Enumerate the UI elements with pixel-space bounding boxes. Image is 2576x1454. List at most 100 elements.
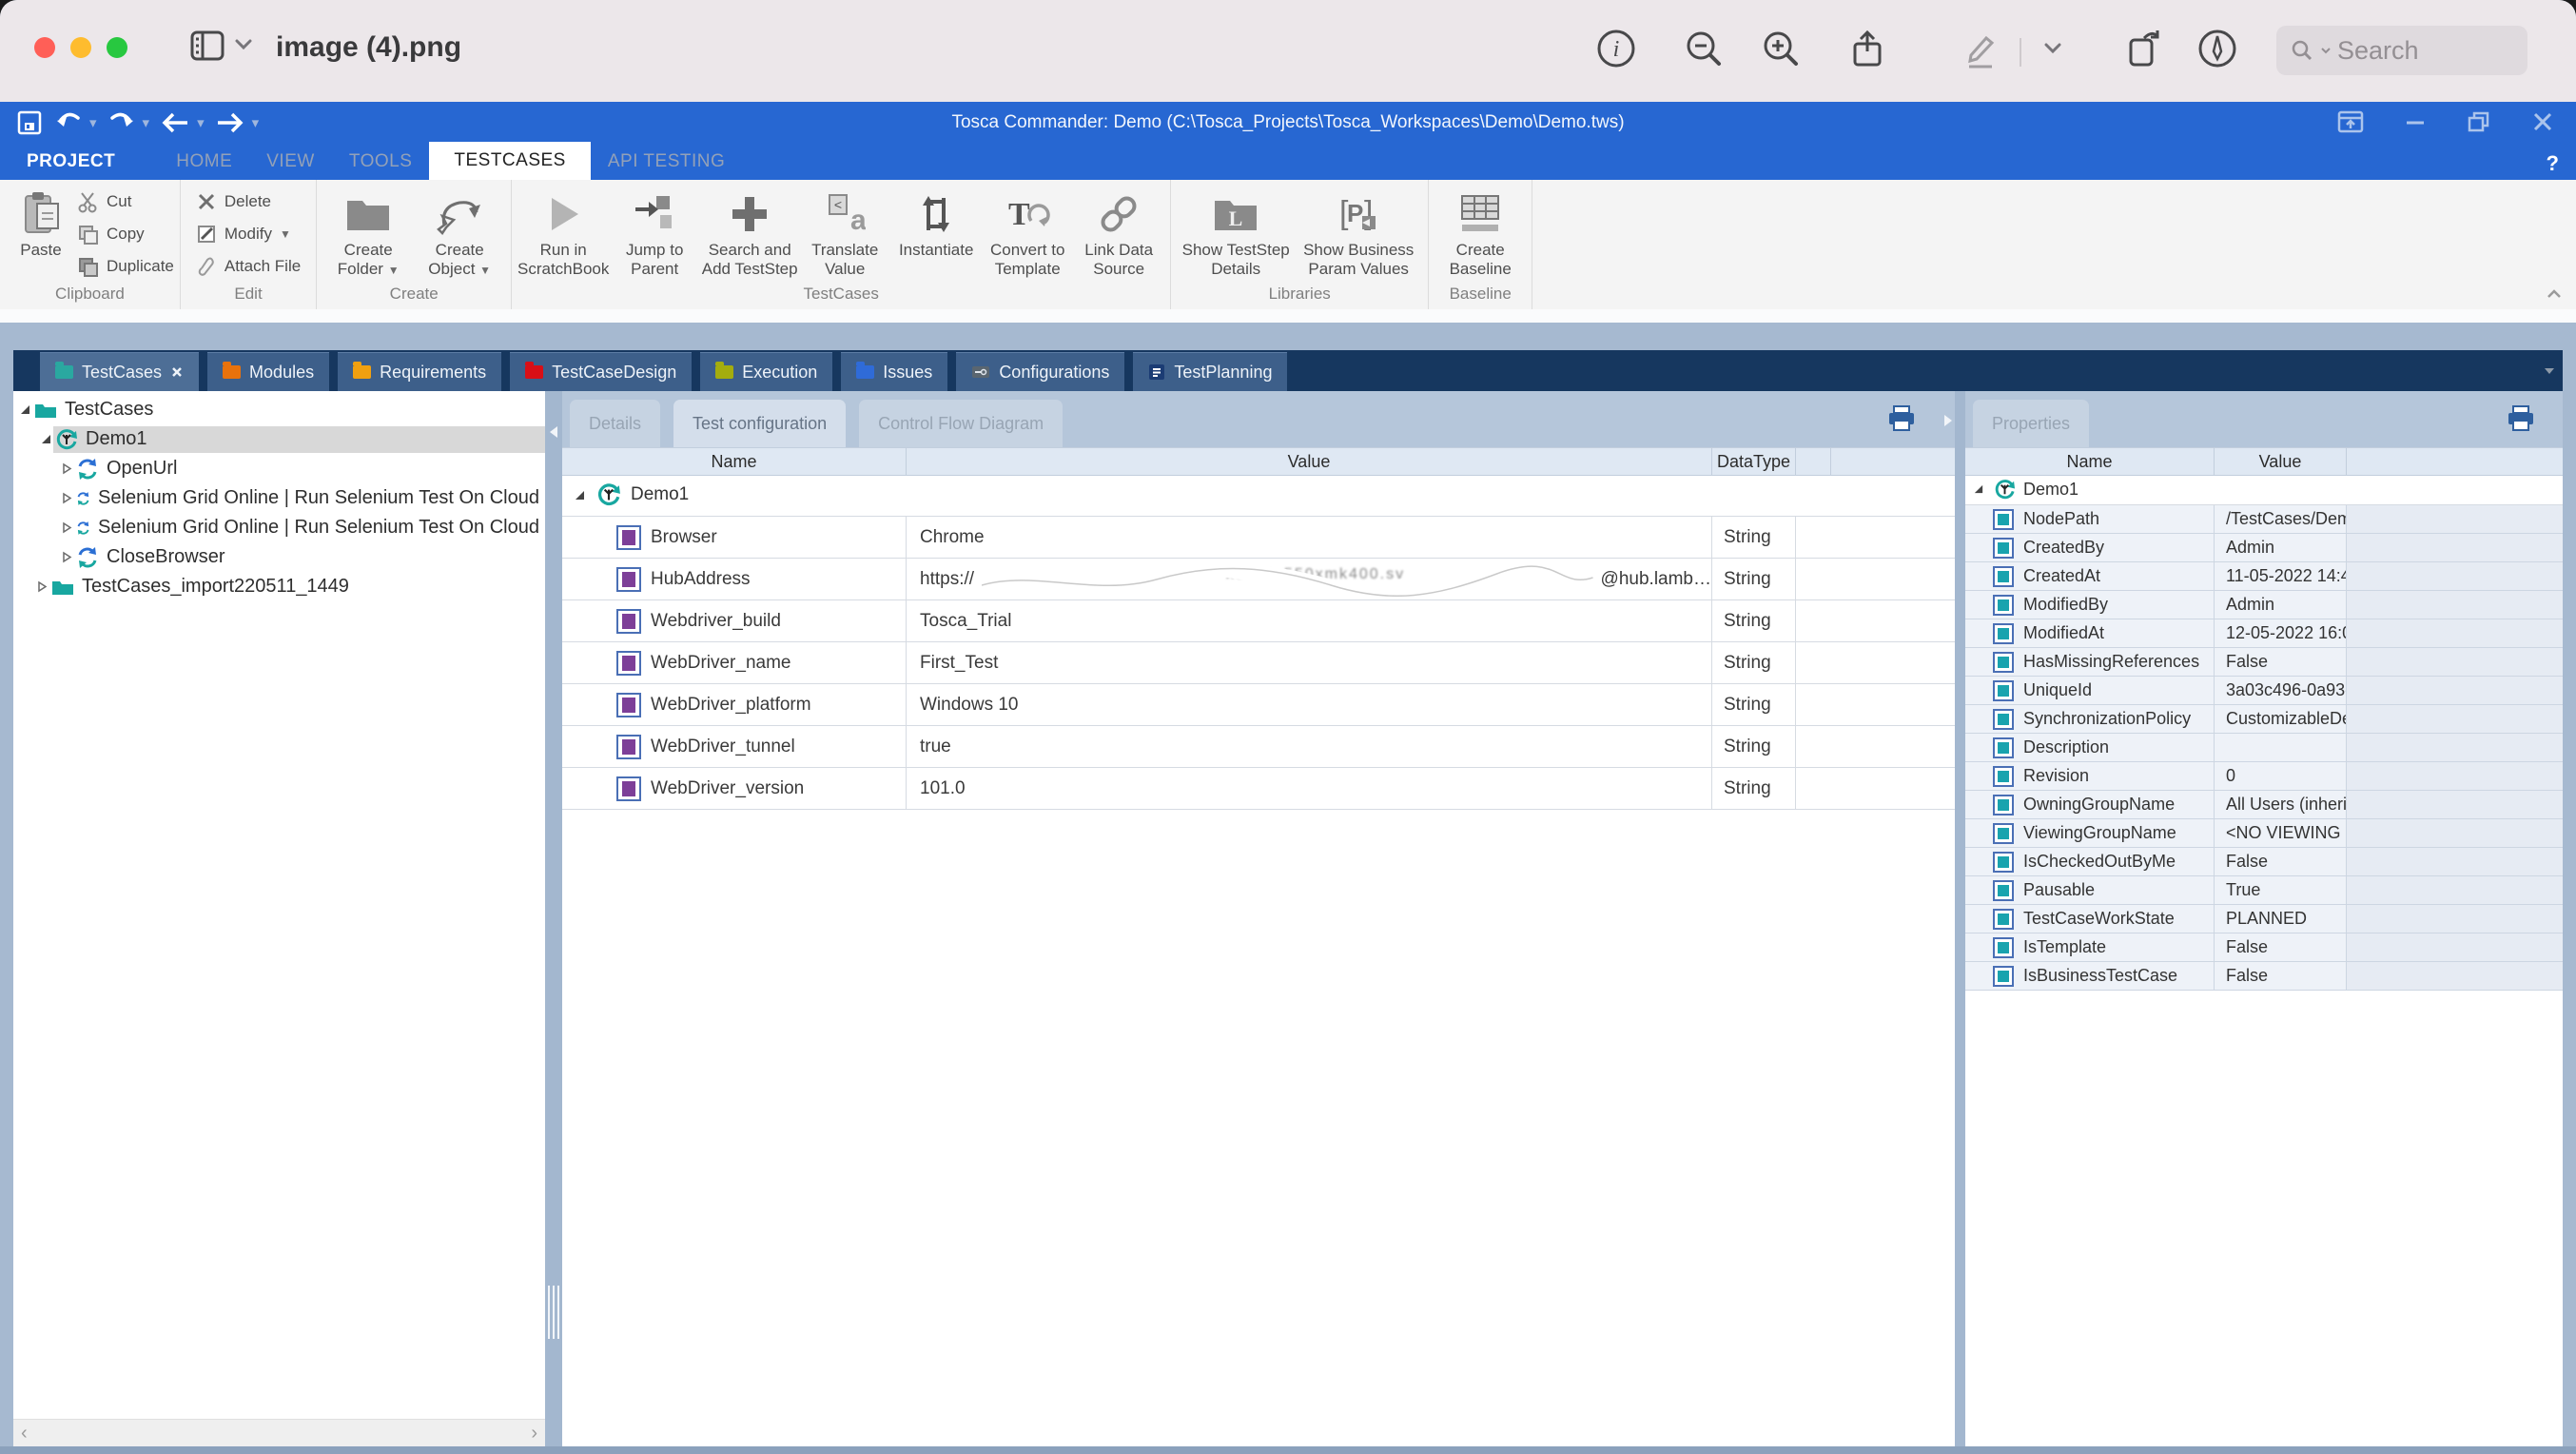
tab-api-testing[interactable]: API TESTING bbox=[591, 144, 742, 180]
workspace-tab-testcases[interactable]: TestCases bbox=[40, 352, 199, 391]
modify-button[interactable]: Modify▼ bbox=[196, 222, 301, 246]
property-row[interactable]: Description bbox=[1965, 734, 2563, 762]
restore-icon[interactable] bbox=[2466, 109, 2492, 139]
duplicate-button[interactable]: Duplicate bbox=[76, 254, 174, 278]
close-icon[interactable] bbox=[2530, 109, 2555, 139]
expander-collapsed-icon[interactable] bbox=[59, 551, 74, 563]
property-row[interactable]: PausableTrue bbox=[1965, 876, 2563, 905]
column-header-datatype[interactable]: DataType bbox=[1712, 448, 1796, 475]
tree-item[interactable]: TestCases bbox=[13, 395, 545, 424]
workspace-tab-testcasedesign[interactable]: TestCaseDesign bbox=[510, 352, 692, 391]
collapse-left-icon[interactable] bbox=[549, 425, 558, 443]
search-add-teststep-button[interactable]: Search andAdd TestStep bbox=[700, 180, 799, 279]
close-tab-icon[interactable] bbox=[170, 365, 184, 379]
tab-project[interactable]: PROJECT bbox=[10, 144, 132, 180]
expander-expanded-icon[interactable] bbox=[38, 433, 53, 445]
workspace-tab-configurations[interactable]: Configurations bbox=[956, 352, 1124, 391]
scroll-left-icon[interactable]: ‹ bbox=[21, 1423, 28, 1444]
property-row[interactable]: ModifiedAt12-05-2022 16:02… bbox=[1965, 619, 2563, 648]
tab-test-configuration[interactable]: Test configuration bbox=[673, 400, 846, 447]
jump-to-parent-button[interactable]: Jump toParent bbox=[609, 180, 700, 279]
delete-button[interactable]: Delete bbox=[196, 189, 301, 213]
tree-item-selected[interactable]: Demo1 bbox=[13, 424, 545, 454]
property-row[interactable]: IsTemplateFalse bbox=[1965, 933, 2563, 962]
property-row[interactable]: IsCheckedOutByMeFalse bbox=[1965, 848, 2563, 876]
modify-dropdown-icon[interactable]: ▼ bbox=[280, 227, 291, 241]
zoom-out-icon[interactable] bbox=[1682, 27, 1726, 75]
property-row[interactable]: HasMissingReferencesFalse bbox=[1965, 648, 2563, 677]
create-folder-button[interactable]: Create Folder ▼ bbox=[322, 180, 414, 280]
right-splitter[interactable] bbox=[1955, 391, 1965, 1446]
param-row[interactable]: WebDriver_tunnel true String bbox=[562, 726, 1955, 768]
root-row[interactable]: Demo1 bbox=[562, 474, 1955, 517]
sidebar-toggle-icon[interactable] bbox=[186, 27, 228, 69]
print-icon[interactable] bbox=[2506, 404, 2536, 438]
link-data-source-button[interactable]: Link DataSource bbox=[1073, 180, 1164, 279]
tree-item[interactable]: TestCases_import220511_1449 bbox=[13, 572, 545, 601]
param-row[interactable]: WebDriver_name First_Test String bbox=[562, 642, 1955, 684]
tab-properties[interactable]: Properties bbox=[1973, 400, 2089, 447]
chevron-down-icon[interactable] bbox=[2043, 42, 2062, 60]
workspace-tab-execution[interactable]: Execution bbox=[700, 352, 832, 391]
share-icon[interactable] bbox=[1845, 27, 1889, 75]
collapse-right-icon[interactable] bbox=[1943, 414, 1953, 427]
tab-view[interactable]: VIEW bbox=[249, 144, 332, 180]
property-row[interactable]: OwningGroupNameAll Users (inheri… bbox=[1965, 791, 2563, 819]
zoom-window-button[interactable] bbox=[107, 37, 127, 58]
minimize-window-button[interactable] bbox=[70, 37, 91, 58]
expander-expanded-icon[interactable] bbox=[572, 489, 587, 501]
create-object-button[interactable]: Create Object ▼ bbox=[414, 180, 505, 280]
tab-details[interactable]: Details bbox=[570, 400, 660, 447]
param-row[interactable]: Webdriver_build Tosca_Trial String bbox=[562, 600, 1955, 642]
markup-toolbar-icon[interactable] bbox=[2195, 27, 2239, 75]
expander-collapsed-icon[interactable] bbox=[34, 580, 49, 593]
cut-button[interactable]: Cut bbox=[76, 189, 174, 213]
workspace-tab-requirements[interactable]: Requirements bbox=[338, 352, 501, 391]
paste-button[interactable]: Paste bbox=[6, 180, 76, 260]
info-icon[interactable]: i bbox=[1594, 27, 1638, 75]
tab-tools[interactable]: TOOLS bbox=[332, 144, 430, 180]
property-row[interactable]: ViewingGroupName<NO VIEWING G… bbox=[1965, 819, 2563, 848]
left-splitter[interactable] bbox=[545, 391, 562, 1446]
property-row[interactable]: TestCaseWorkStatePLANNED bbox=[1965, 905, 2563, 933]
property-row[interactable]: SynchronizationPolicyCustomizableDe… bbox=[1965, 705, 2563, 734]
horizontal-scrollbar[interactable]: ‹ › bbox=[13, 1419, 545, 1446]
show-business-param-values-button[interactable]: [P] Show BusinessParam Values bbox=[1295, 180, 1422, 279]
print-icon[interactable] bbox=[1886, 404, 1917, 438]
expander-collapsed-icon[interactable] bbox=[59, 462, 74, 475]
tree-item[interactable]: OpenUrl bbox=[13, 454, 545, 483]
help-button[interactable]: ? bbox=[2547, 151, 2559, 176]
collapse-ribbon-icon[interactable] bbox=[2546, 288, 2563, 300]
property-row[interactable]: IsBusinessTestCaseFalse bbox=[1965, 962, 2563, 991]
property-row[interactable]: CreatedAt11-05-2022 14:48… bbox=[1965, 562, 2563, 591]
zoom-in-icon[interactable] bbox=[1759, 27, 1803, 75]
param-row[interactable]: Browser Chrome String bbox=[562, 517, 1955, 559]
translate-value-button[interactable]: <a TranslateValue bbox=[799, 180, 890, 279]
property-row[interactable]: Revision0 bbox=[1965, 762, 2563, 791]
param-row[interactable]: HubAddress https:// xswqtc550xmk400.sv @… bbox=[562, 559, 1955, 600]
attach-file-button[interactable]: Attach File bbox=[196, 254, 301, 278]
splitter-grip[interactable] bbox=[548, 1286, 559, 1339]
workspace-tab-issues[interactable]: Issues bbox=[841, 352, 947, 391]
workspace-tab-testplanning[interactable]: TestPlanning bbox=[1133, 352, 1287, 391]
tab-overflow-icon[interactable] bbox=[2542, 366, 2557, 376]
convert-to-template-button[interactable]: T Convert toTemplate bbox=[982, 180, 1073, 279]
close-window-button[interactable] bbox=[34, 37, 55, 58]
param-row[interactable]: WebDriver_platform Windows 10 String bbox=[562, 684, 1955, 726]
column-header-value[interactable]: Value bbox=[2215, 448, 2347, 475]
property-row[interactable]: ModifiedByAdmin bbox=[1965, 591, 2563, 619]
property-row[interactable]: CreatedByAdmin bbox=[1965, 534, 2563, 562]
column-header-name[interactable]: Name bbox=[1965, 448, 2215, 475]
root-row[interactable]: Demo1 bbox=[1965, 474, 2563, 505]
instantiate-button[interactable]: Instantiate bbox=[890, 180, 982, 260]
workspace-tab-modules[interactable]: Modules bbox=[207, 352, 329, 391]
create-baseline-button[interactable]: CreateBaseline bbox=[1434, 180, 1526, 279]
ribbon-display-options-icon[interactable] bbox=[2336, 109, 2365, 139]
param-row[interactable]: WebDriver_version 101.0 String bbox=[562, 768, 1955, 810]
expander-collapsed-icon[interactable] bbox=[59, 521, 74, 534]
tree-item[interactable]: Selenium Grid Online | Run Selenium Test… bbox=[13, 483, 545, 513]
column-header-value[interactable]: Value bbox=[907, 448, 1712, 475]
run-in-scratchbook-button[interactable]: Run inScratchBook bbox=[517, 180, 609, 279]
column-header-name[interactable]: Name bbox=[562, 448, 907, 475]
tab-testcases[interactable]: TESTCASES bbox=[429, 142, 590, 180]
